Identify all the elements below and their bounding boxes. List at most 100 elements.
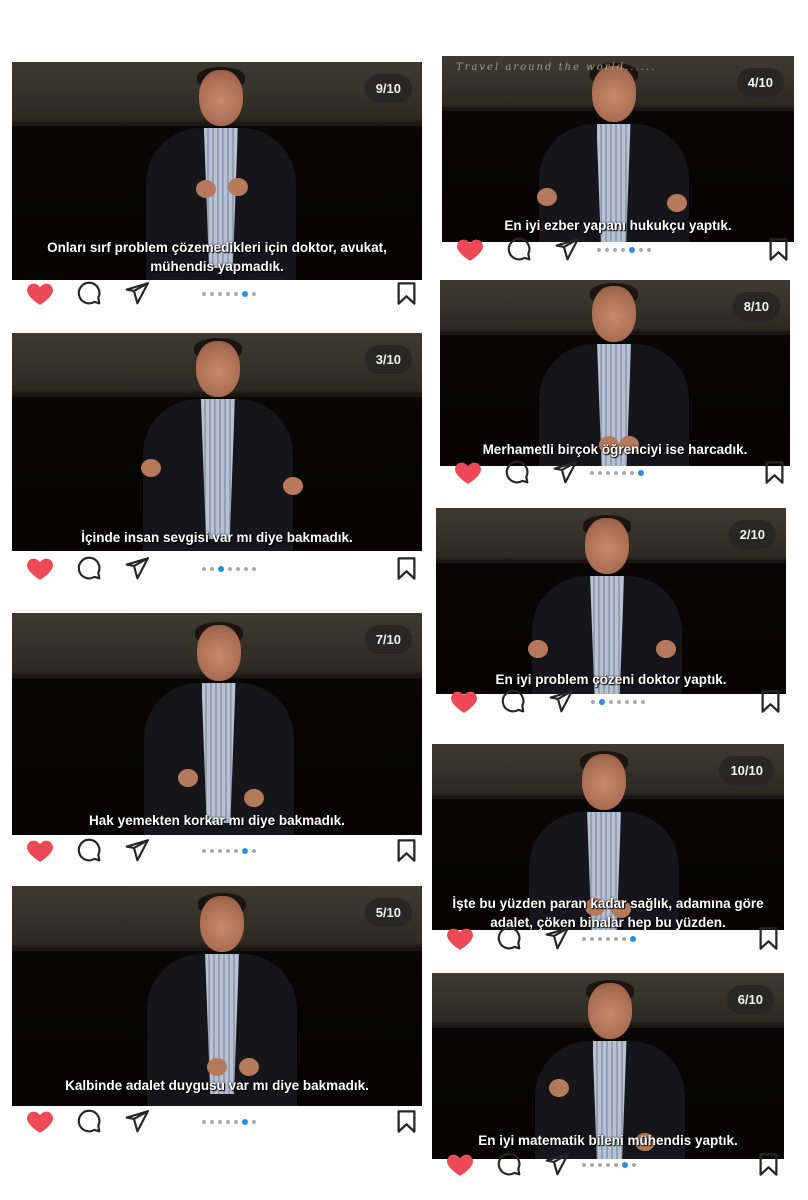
post-action-bar (440, 457, 790, 491)
carousel-dot (606, 1163, 610, 1167)
carousel-dot (218, 292, 222, 296)
watermark-text: Travel around the world...... (456, 62, 657, 73)
bookmark-icon[interactable] (757, 688, 784, 715)
heart-icon[interactable] (26, 554, 54, 582)
heart-icon[interactable] (26, 279, 54, 307)
comment-icon[interactable] (76, 280, 102, 306)
carousel-indicator (202, 1119, 256, 1125)
carousel-dot (613, 248, 617, 252)
speaker-figure (528, 515, 683, 694)
comment-icon[interactable] (76, 1108, 102, 1134)
slide-counter: 6/10 (726, 985, 774, 1014)
send-icon[interactable] (544, 1151, 570, 1177)
carousel-dot (605, 248, 609, 252)
post-image[interactable]: 9/10 Onları sırf problem çözemedikleri iç… (12, 62, 422, 280)
carousel-indicator (202, 848, 256, 854)
carousel-dot (210, 567, 214, 571)
post-action-bar (442, 234, 794, 268)
bookmark-icon[interactable] (393, 280, 420, 307)
carousel-indicator (597, 247, 651, 253)
send-icon[interactable] (544, 925, 570, 951)
post-action-bar (432, 923, 784, 957)
post-image[interactable]: 7/10 Hak yemekten korkar mı diye bakmadık… (12, 613, 422, 835)
subtitle-caption: Onları sırf problem çözemedikleri için d… (47, 240, 387, 274)
slide-counter: 3/10 (364, 345, 412, 374)
carousel-dot (622, 471, 626, 475)
carousel-dot (617, 700, 621, 704)
subtitle-caption: İçinde insan sevgisi var mı diye bakmadı… (81, 530, 353, 545)
send-icon[interactable] (124, 837, 150, 863)
carousel-dot (630, 471, 634, 475)
heart-icon[interactable] (446, 1150, 474, 1178)
carousel-dot (202, 292, 206, 296)
bookmark-icon[interactable] (393, 1108, 420, 1135)
carousel-dot (621, 248, 625, 252)
bookmark-icon[interactable] (755, 925, 782, 952)
carousel-dot (234, 849, 238, 853)
carousel-dot (606, 471, 610, 475)
bookmark-icon[interactable] (393, 555, 420, 582)
post-image[interactable]: Travel around the world...... 4/10 En iyi … (442, 56, 794, 242)
carousel-dot (242, 848, 248, 854)
heart-icon[interactable] (26, 1107, 54, 1135)
comment-icon[interactable] (76, 555, 102, 581)
bookmark-icon[interactable] (393, 837, 420, 864)
carousel-dot (614, 471, 618, 475)
carousel-dot (591, 700, 595, 704)
send-icon[interactable] (124, 280, 150, 306)
carousel-dot (244, 567, 248, 571)
post-action-bar (12, 278, 422, 312)
carousel-dot (210, 849, 214, 853)
carousel-dot (202, 849, 206, 853)
slide-counter: 7/10 (364, 625, 412, 654)
send-icon[interactable] (554, 236, 580, 262)
subtitle-caption: En iyi matematik bileni mühendis yaptık. (478, 1133, 738, 1148)
bookmark-icon[interactable] (765, 236, 792, 263)
comment-icon[interactable] (506, 236, 532, 262)
send-icon[interactable] (552, 459, 578, 485)
bookmark-icon[interactable] (755, 1151, 782, 1178)
carousel-indicator (590, 470, 644, 476)
heart-icon[interactable] (454, 458, 482, 486)
carousel-dot (226, 292, 230, 296)
send-icon[interactable] (124, 1108, 150, 1134)
carousel-dot (242, 291, 248, 297)
post-image[interactable]: 8/10 Merhametli birçok öğrenciyi ise harc… (440, 280, 790, 466)
heart-icon[interactable] (26, 836, 54, 864)
carousel-dot (598, 937, 602, 941)
comment-icon[interactable] (496, 925, 522, 951)
post-action-bar (12, 553, 422, 587)
heart-icon[interactable] (446, 924, 474, 952)
heart-icon[interactable] (450, 687, 478, 715)
send-icon[interactable] (548, 688, 574, 714)
comment-icon[interactable] (500, 688, 526, 714)
comment-icon[interactable] (496, 1151, 522, 1177)
post-image[interactable]: 10/10 İşte bu yüzden paran kadar sağlık, … (432, 744, 784, 930)
post-image[interactable]: 3/10 İçinde insan sevgisi var mı diye bak… (12, 333, 422, 551)
carousel-dot (590, 1163, 594, 1167)
subtitle-caption: Hak yemekten korkar mı diye bakmadık. (89, 813, 345, 828)
slide-counter: 10/10 (719, 756, 774, 785)
comment-icon[interactable] (76, 837, 102, 863)
carousel-dot (234, 292, 238, 296)
carousel-dot (218, 566, 224, 572)
carousel-dot (633, 700, 637, 704)
post-image[interactable]: 6/10 En iyi matematik bileni mühendis yap… (432, 973, 784, 1159)
post-image[interactable]: 2/10 En iyi problem çözeni doktor yaptık. (436, 508, 786, 694)
carousel-dot (252, 1120, 256, 1124)
carousel-dot (210, 1120, 214, 1124)
post-action-bar (12, 835, 422, 869)
carousel-dot (236, 567, 240, 571)
carousel-dot (210, 292, 214, 296)
carousel-indicator (591, 699, 645, 705)
comment-icon[interactable] (504, 459, 530, 485)
carousel-dot (625, 700, 629, 704)
bookmark-icon[interactable] (761, 459, 788, 486)
carousel-dot (614, 937, 618, 941)
carousel-indicator (202, 566, 256, 572)
carousel-dot (632, 1163, 636, 1167)
post-image[interactable]: 5/10 Kalbinde adalet duygusu var mı diye … (12, 886, 422, 1106)
heart-icon[interactable] (456, 235, 484, 263)
carousel-dot (252, 567, 256, 571)
send-icon[interactable] (124, 555, 150, 581)
